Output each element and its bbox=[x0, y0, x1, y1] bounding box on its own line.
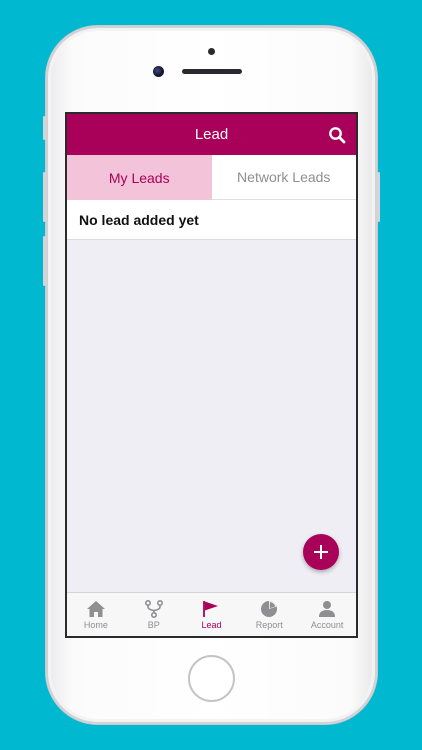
empty-state-message: No lead added yet bbox=[79, 211, 199, 228]
tabbar-label: Report bbox=[255, 619, 283, 630]
flag-icon bbox=[203, 600, 219, 617]
segment-tabs: My Leads Network Leads bbox=[67, 155, 356, 200]
front-camera bbox=[153, 66, 164, 77]
tab-label: Network Leads bbox=[237, 169, 331, 185]
mute-switch bbox=[43, 116, 46, 140]
navigation-bar: Lead bbox=[67, 114, 356, 155]
tabbar-item-account[interactable]: Account bbox=[298, 593, 356, 636]
tabbar-label: BP bbox=[147, 619, 160, 630]
power-button bbox=[377, 172, 380, 222]
earpiece-speaker bbox=[182, 69, 242, 74]
search-icon bbox=[329, 127, 346, 144]
tab-my-leads[interactable]: My Leads bbox=[67, 155, 212, 200]
tabbar-label: Home bbox=[83, 619, 108, 630]
proximity-sensor bbox=[208, 48, 215, 55]
tabbar-label: Lead bbox=[201, 619, 222, 630]
empty-state-row: No lead added yet bbox=[67, 200, 356, 240]
user-icon bbox=[319, 600, 336, 617]
tabbar-label: Account bbox=[310, 619, 344, 630]
tabbar-item-bp[interactable]: BP bbox=[125, 593, 183, 636]
phone-frame: Lead My Leads Network Leads No lead adde… bbox=[43, 26, 380, 724]
tabbar-item-lead[interactable]: Lead bbox=[183, 593, 241, 636]
pie-chart-icon bbox=[261, 600, 278, 617]
page-title: Lead bbox=[194, 126, 229, 143]
add-lead-button[interactable] bbox=[303, 534, 339, 570]
plus-icon bbox=[314, 545, 328, 559]
branch-icon bbox=[144, 599, 163, 618]
search-button[interactable] bbox=[328, 126, 346, 144]
app-screen: Lead My Leads Network Leads No lead adde… bbox=[65, 112, 358, 638]
volume-down-button bbox=[43, 236, 46, 286]
tabbar-item-report[interactable]: Report bbox=[240, 593, 298, 636]
tab-network-leads[interactable]: Network Leads bbox=[211, 155, 356, 200]
volume-up-button bbox=[43, 172, 46, 222]
tab-label: My Leads bbox=[108, 169, 170, 186]
home-icon bbox=[86, 600, 105, 617]
tabbar-item-home[interactable]: Home bbox=[67, 593, 125, 636]
home-button[interactable] bbox=[188, 655, 235, 702]
bottom-tab-bar: Home BP Lead Report Account bbox=[67, 592, 356, 636]
